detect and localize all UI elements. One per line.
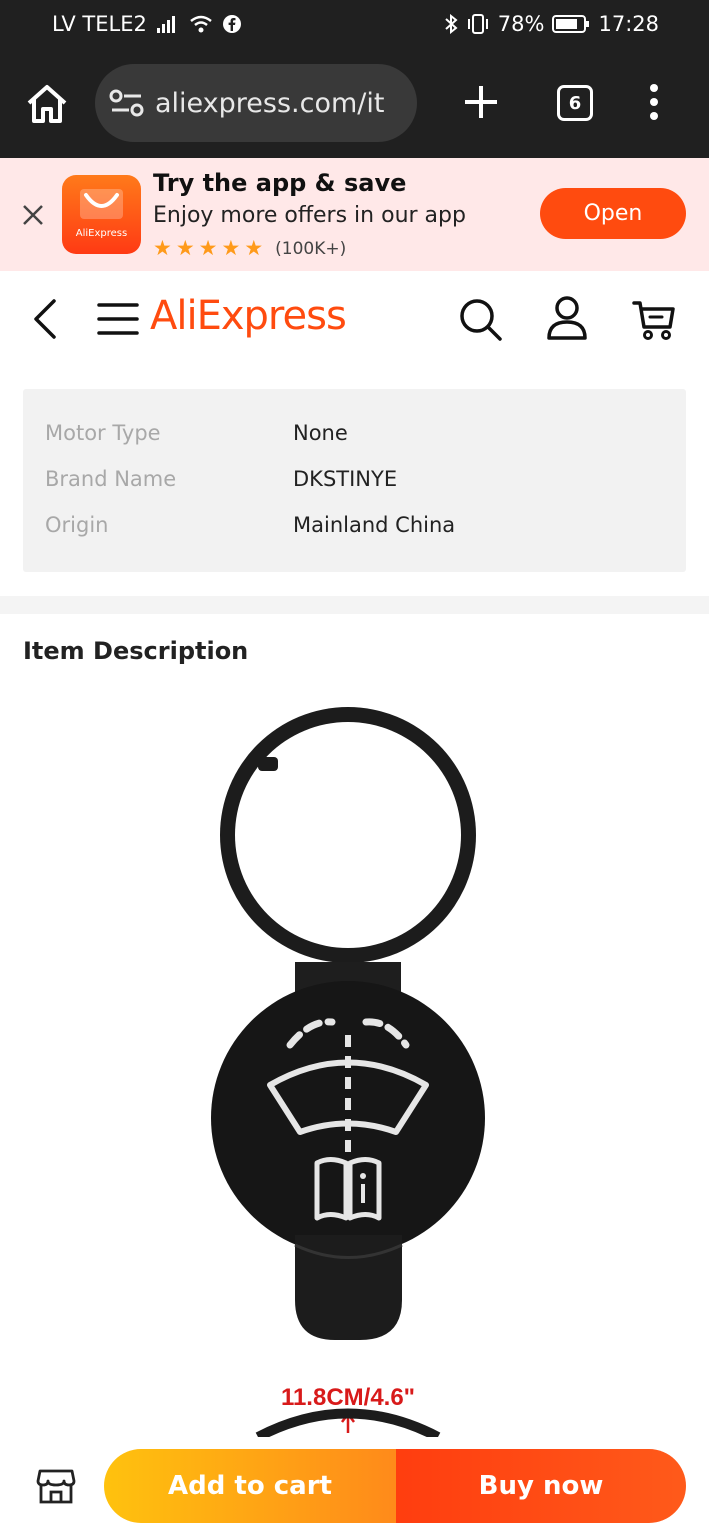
- site-settings-icon[interactable]: [109, 88, 145, 118]
- cart-icon: [632, 301, 675, 340]
- address-bar[interactable]: aliexpress.com/it: [95, 64, 417, 142]
- spec-key: Motor Type: [45, 421, 161, 445]
- more-vert-icon: [650, 84, 658, 120]
- banner-title: Try the app & save: [153, 169, 407, 197]
- section-divider: [0, 596, 709, 614]
- search-button[interactable]: [458, 297, 504, 343]
- status-left: LV TELE2: [52, 12, 241, 36]
- menu-button[interactable]: [97, 301, 139, 337]
- user-icon: [547, 296, 587, 340]
- plus-icon: [465, 86, 497, 118]
- buy-now-button[interactable]: Buy now: [396, 1449, 686, 1523]
- banner-subtitle: Enjoy more offers in our app: [153, 203, 466, 228]
- star-icon: ★: [153, 236, 172, 260]
- new-tab-button[interactable]: [461, 82, 501, 122]
- home-button[interactable]: [24, 82, 70, 126]
- app-logo: AliExpress: [62, 175, 141, 254]
- rating-stars: ★ ★ ★ ★ ★ (100K+): [153, 238, 346, 259]
- account-button[interactable]: [546, 295, 588, 341]
- spec-value: None: [293, 421, 348, 445]
- star-icon: ★: [221, 236, 241, 260]
- browser-toolbar: aliexpress.com/it 6: [0, 50, 709, 158]
- back-button[interactable]: [30, 297, 60, 341]
- spec-key: Origin: [45, 513, 109, 537]
- open-app-button[interactable]: Open: [540, 188, 686, 239]
- facebook-icon: [222, 15, 241, 33]
- chevron-left-icon: [34, 299, 56, 339]
- vibrate-icon: [466, 14, 490, 34]
- spec-value: DKSTINYE: [293, 467, 398, 491]
- carrier-name: LV TELE2: [52, 12, 147, 36]
- star-icon: ★: [175, 236, 195, 260]
- star-icon: ★: [244, 236, 264, 260]
- status-bar: LV TELE2 78% 17:28: [0, 0, 709, 50]
- clock: 17:28: [598, 12, 659, 36]
- store-icon: [36, 1469, 76, 1504]
- bottom-action-bar: Add to cart Buy now: [0, 1437, 709, 1536]
- bluetooth-icon: [444, 14, 458, 34]
- cart-button[interactable]: [632, 297, 676, 341]
- spec-key: Brand Name: [45, 467, 177, 491]
- url-text: aliexpress.com/it: [155, 87, 385, 119]
- store-button[interactable]: [36, 1467, 76, 1505]
- aliexpress-logo[interactable]: AliExpress: [150, 293, 347, 339]
- dimension-label: 11.8CM/4.6": [281, 1384, 415, 1411]
- status-right: 78% 17:28: [444, 12, 659, 36]
- spec-row: Origin Mainland China: [45, 513, 665, 543]
- site-header: AliExpress: [0, 271, 709, 366]
- wifi-icon: [189, 15, 213, 33]
- hamburger-icon: [97, 303, 139, 335]
- shopping-bag-icon: [80, 189, 123, 219]
- page: LV TELE2 78% 17:28 aliexpress.com/it 6 A…: [0, 0, 709, 1536]
- app-logo-text: AliExpress: [75, 228, 128, 239]
- star-icon: ★: [198, 236, 218, 260]
- item-description-title: Item Description: [23, 637, 249, 665]
- close-icon: [23, 205, 43, 225]
- spec-value: Mainland China: [293, 513, 456, 537]
- rating-count: (100K+): [275, 238, 347, 259]
- signal-icon: [156, 15, 179, 33]
- product-image[interactable]: 11.8CM/4.6": [160, 700, 560, 1437]
- search-icon: [460, 299, 502, 341]
- specifications-table: Motor Type None Brand Name DKSTINYE Orig…: [23, 389, 686, 572]
- add-to-cart-button[interactable]: Add to cart: [104, 1449, 396, 1523]
- spec-row: Motor Type None: [45, 421, 665, 451]
- banner-close-button[interactable]: [20, 202, 46, 228]
- browser-menu-button[interactable]: [643, 80, 665, 124]
- battery-icon: [552, 14, 590, 34]
- tab-switcher-button[interactable]: 6: [557, 85, 593, 121]
- home-icon: [27, 85, 67, 123]
- battery-percent: 78%: [497, 12, 545, 36]
- spec-row: Brand Name DKSTINYE: [45, 467, 665, 497]
- app-promo-banner: AliExpress Try the app & save Enjoy more…: [0, 158, 709, 271]
